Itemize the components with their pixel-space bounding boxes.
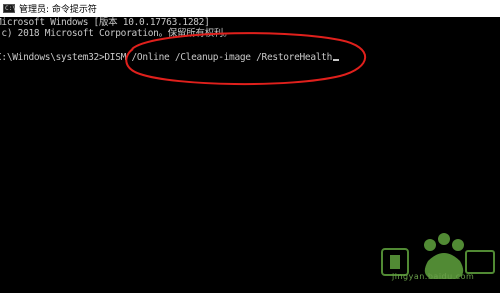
watermark-url: jingyan.baidu.com bbox=[392, 272, 475, 281]
